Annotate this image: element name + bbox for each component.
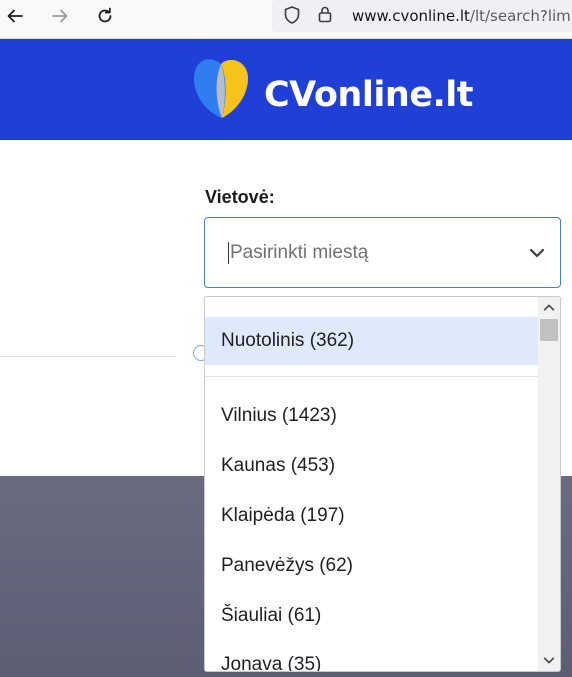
- option-kaunas[interactable]: Kaunas (453): [205, 442, 539, 490]
- location-options-list: Nuotolinis (362) Vilnius (1423) Kaunas (…: [205, 297, 539, 671]
- forward-arrow-icon[interactable]: [47, 3, 73, 29]
- url-bar[interactable]: www.cvonline.lt/lt/search?lim: [272, 0, 572, 32]
- option-siauliai[interactable]: Šiauliai (61): [205, 592, 539, 640]
- section-divider: [0, 356, 176, 357]
- option-label: Panevėžys (62): [221, 555, 354, 576]
- dropdown-scrollbar[interactable]: [538, 297, 560, 671]
- option-label: Jonava (35): [221, 654, 322, 672]
- site-header: CVonline.lt: [0, 39, 572, 140]
- scroll-up-icon[interactable]: [541, 300, 557, 316]
- lock-icon[interactable]: [315, 4, 335, 24]
- option-separator: [205, 376, 539, 377]
- option-panevezys[interactable]: Panevėžys (62): [205, 542, 539, 590]
- url-path: /lt/search?lim: [469, 7, 571, 25]
- location-placeholder: Pasirinkti miestą: [230, 242, 369, 263]
- location-label: Vietovė:: [205, 187, 275, 207]
- option-label: Kaunas (453): [221, 455, 336, 476]
- cvonline-logo-icon[interactable]: [192, 58, 250, 122]
- browser-toolbar: www.cvonline.lt/lt/search?lim: [0, 0, 572, 39]
- logo-text[interactable]: CVonline.lt: [264, 75, 474, 115]
- option-jonava[interactable]: Jonava (35): [205, 641, 539, 672]
- back-arrow-icon[interactable]: [2, 3, 28, 29]
- option-label: Vilnius (1423): [221, 405, 337, 426]
- option-vilnius[interactable]: Vilnius (1423): [205, 392, 539, 440]
- location-dropdown[interactable]: Nuotolinis (362) Vilnius (1423) Kaunas (…: [204, 296, 561, 672]
- reload-icon[interactable]: [92, 3, 118, 29]
- option-nuotolinis[interactable]: Nuotolinis (362): [205, 317, 539, 365]
- shield-icon[interactable]: [282, 5, 302, 25]
- option-label: Klaipėda (197): [221, 505, 345, 526]
- text-caret: [228, 242, 229, 264]
- location-select[interactable]: Pasirinkti miestą: [204, 217, 561, 288]
- chevron-down-icon[interactable]: [528, 244, 546, 262]
- option-label: Šiauliai (61): [221, 605, 322, 626]
- url-host: www.cvonline.lt: [352, 7, 470, 25]
- option-klaipeda[interactable]: Klaipėda (197): [205, 492, 539, 540]
- scroll-down-icon[interactable]: [541, 652, 557, 668]
- url-text: www.cvonline.lt/lt/search?lim: [352, 7, 571, 25]
- option-label: Nuotolinis (362): [221, 330, 355, 351]
- scroll-thumb[interactable]: [540, 319, 558, 341]
